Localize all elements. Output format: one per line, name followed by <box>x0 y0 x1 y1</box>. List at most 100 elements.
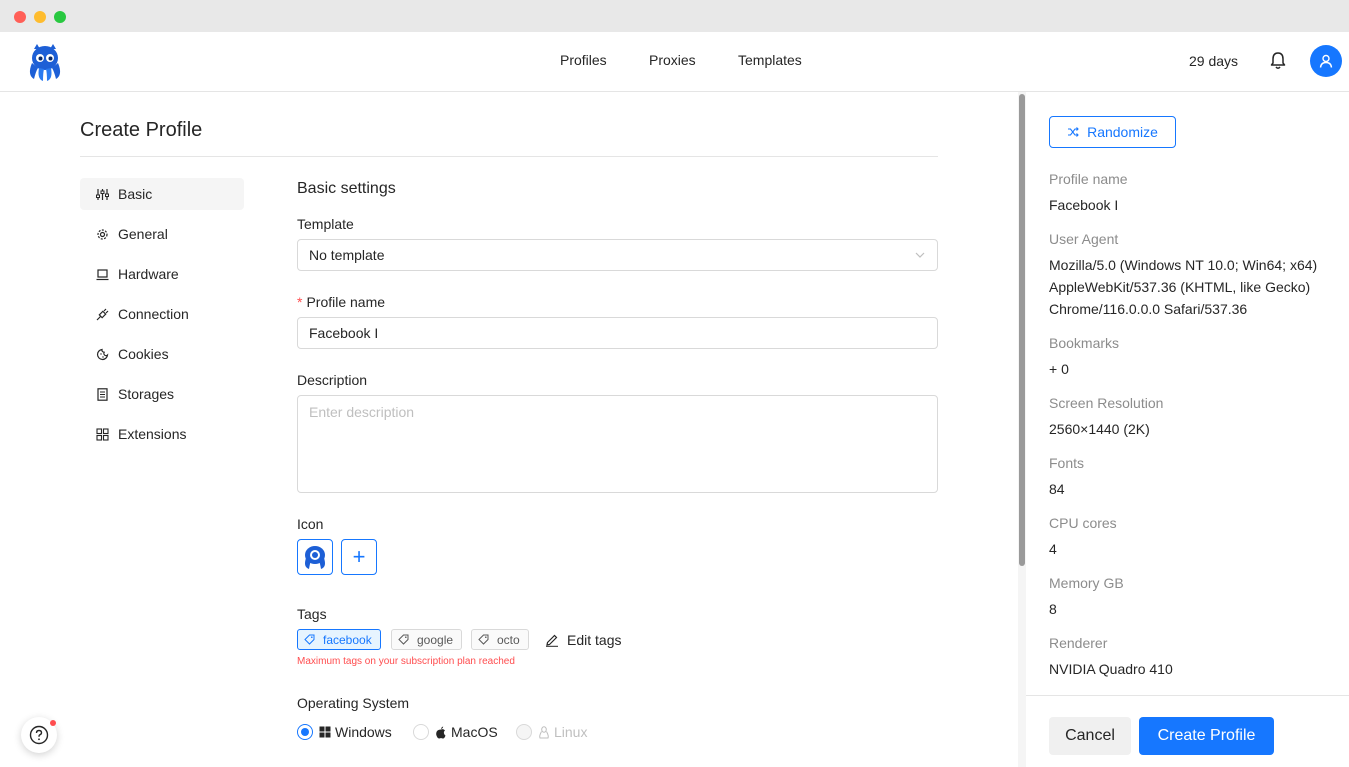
main-content: Create Profile Basic General Hardware Co… <box>0 92 1018 767</box>
randomize-label: Randomize <box>1087 124 1158 140</box>
tags-limit-warning: Maximum tags on your subscription plan r… <box>297 656 515 667</box>
add-icon-button[interactable]: + <box>341 539 377 575</box>
title-divider <box>80 156 938 157</box>
sidebar-item-label: Extensions <box>118 426 187 442</box>
linux-icon <box>539 725 549 738</box>
tag-icon <box>304 634 315 645</box>
zoom-window-button[interactable] <box>54 11 66 23</box>
summary-label-fonts: Fonts <box>1049 455 1085 471</box>
sidebar-item-storages[interactable]: Storages <box>80 378 244 410</box>
summary-label-cpu-cores: CPU cores <box>1049 515 1117 531</box>
tags-label: Tags <box>297 606 327 622</box>
footer-divider <box>1026 695 1349 696</box>
octopus-logo-icon[interactable] <box>24 41 66 83</box>
page-title: Create Profile <box>80 119 203 141</box>
os-label: Operating System <box>297 695 410 711</box>
gear-icon <box>97 228 108 240</box>
top-navbar: Profiles Proxies Templates 29 days <box>0 32 1349 92</box>
pencil-icon <box>546 634 558 647</box>
octopus-profile-icon <box>305 546 325 569</box>
tag-icon <box>398 634 409 645</box>
template-select-value: No template <box>309 247 385 263</box>
section-title: Basic settings <box>297 180 396 197</box>
nav-link-proxies[interactable]: Proxies <box>649 52 696 68</box>
radio-button[interactable] <box>297 724 313 740</box>
chevron-down-icon <box>915 252 925 258</box>
summary-label-user-agent: User Agent <box>1049 231 1119 247</box>
sidebar-item-label: General <box>118 226 168 242</box>
window-titlebar <box>0 0 1349 32</box>
icon-label: Icon <box>297 516 324 532</box>
tag-label: google <box>417 632 454 647</box>
summary-label-screen-resolution: Screen Resolution <box>1049 395 1164 411</box>
sidebar-item-label: Connection <box>118 306 189 322</box>
sidebar-item-hardware[interactable]: Hardware <box>80 258 244 290</box>
tag-octo[interactable]: octo <box>471 629 529 650</box>
radio-button[interactable] <box>516 724 532 740</box>
sidebar-item-extensions[interactable]: Extensions <box>80 418 244 450</box>
sidebar-item-label: Cookies <box>118 346 169 362</box>
summary-value-user-agent: Mozilla/5.0 (Windows NT 10.0; Win64; x64… <box>1049 257 1318 317</box>
windows-icon <box>319 726 331 738</box>
sidebar-item-basic[interactable]: Basic <box>80 178 244 210</box>
notification-dot <box>50 720 56 726</box>
apple-icon <box>436 726 446 738</box>
summary-value-memory: 8 <box>1049 601 1057 617</box>
tag-label: octo <box>497 632 520 647</box>
os-option-windows[interactable]: Windows <box>297 724 392 740</box>
cancel-button[interactable]: Cancel <box>1049 717 1131 755</box>
question-icon <box>29 725 49 745</box>
description-label: Description <box>297 372 368 388</box>
tag-icon <box>478 634 489 645</box>
profile-name-label-text: Profile name <box>306 294 386 310</box>
summary-label-renderer: Renderer <box>1049 635 1108 651</box>
edit-tags-button[interactable]: Edit tags <box>545 632 621 648</box>
subscription-days-left: 29 days <box>1189 53 1239 69</box>
sidebar-item-label: Basic <box>118 186 153 202</box>
bell-icon[interactable] <box>1269 51 1287 71</box>
grid-icon <box>96 427 109 441</box>
create-profile-button[interactable]: Create Profile <box>1139 717 1274 755</box>
close-window-button[interactable] <box>14 11 26 23</box>
sliders-icon <box>96 188 109 200</box>
os-option-linux[interactable]: Linux <box>516 724 587 740</box>
nav-link-templates[interactable]: Templates <box>738 52 802 68</box>
sidebar-item-connection[interactable]: Connection <box>80 298 244 330</box>
summary-label-bookmarks: Bookmarks <box>1049 335 1120 351</box>
edit-tags-label: Edit tags <box>567 632 622 648</box>
template-label: Template <box>297 216 354 232</box>
main-scrollbar[interactable] <box>1018 92 1026 767</box>
randomize-button[interactable]: Randomize <box>1049 116 1176 148</box>
cookie-icon <box>96 348 109 360</box>
sidebar-item-label: Hardware <box>118 266 179 282</box>
sidebar-item-general[interactable]: General <box>80 218 244 250</box>
summary-value-screen-resolution: 2560×1440 (2K) <box>1049 421 1150 437</box>
template-select[interactable]: No template <box>297 239 938 271</box>
selected-profile-icon[interactable] <box>297 539 333 575</box>
shuffle-icon <box>1068 127 1079 137</box>
os-option-label: Windows <box>335 724 392 740</box>
sidebar-item-cookies[interactable]: Cookies <box>80 338 244 370</box>
summary-value-profile-name: Facebook I <box>1049 197 1119 213</box>
os-option-macos[interactable]: MacOS <box>413 724 498 740</box>
description-textarea[interactable] <box>297 395 938 493</box>
summary-value-cpu-cores: 4 <box>1049 541 1057 557</box>
summary-value-fonts: 84 <box>1049 481 1065 497</box>
radio-button[interactable] <box>413 724 429 740</box>
profile-summary-panel: Randomize Profile name Facebook I User A… <box>1026 92 1349 767</box>
summary-value-renderer: NVIDIA Quadro 410 <box>1049 661 1173 677</box>
profile-name-label: * Profile name <box>297 294 385 310</box>
user-icon <box>1319 54 1333 68</box>
profile-name-input[interactable] <box>297 317 938 349</box>
tag-google[interactable]: google <box>391 629 463 650</box>
tag-facebook[interactable]: facebook <box>297 629 381 650</box>
minimize-window-button[interactable] <box>34 11 46 23</box>
os-option-label: Linux <box>554 724 588 740</box>
laptop-icon <box>96 268 109 280</box>
nav-link-profiles[interactable]: Profiles <box>560 52 607 68</box>
summary-label-memory: Memory GB <box>1049 575 1124 591</box>
summary-value-bookmarks: + 0 <box>1049 361 1069 377</box>
plus-icon: + <box>352 544 366 569</box>
scrollbar-thumb[interactable] <box>1019 94 1025 566</box>
user-avatar[interactable] <box>1310 45 1342 77</box>
